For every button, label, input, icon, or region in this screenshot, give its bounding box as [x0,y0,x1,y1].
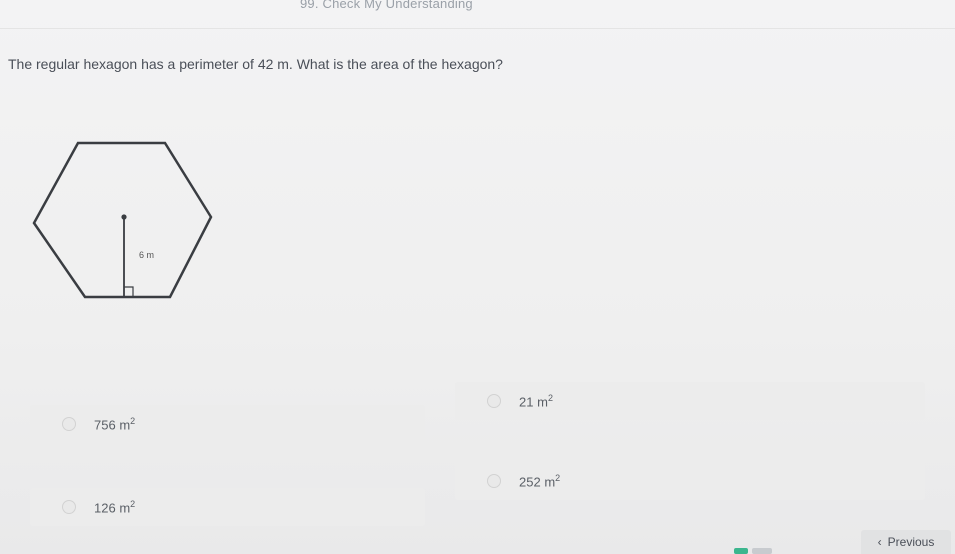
choice-a[interactable]: 756 m2 [30,405,425,443]
center-point [121,214,127,220]
radio-button[interactable] [62,417,76,431]
radio-button[interactable] [62,500,76,514]
hexagon-figure: 6 m [30,135,230,315]
choice-d[interactable]: 252 m2 [455,462,925,500]
choice-label: 756 m2 [94,415,136,433]
radio-button[interactable] [487,474,501,488]
question-text: The regular hexagon has a perimeter of 4… [8,56,503,72]
previous-label: Previous [887,535,935,549]
progress-indicator [752,548,772,554]
right-angle-mark [124,286,134,297]
choice-c[interactable]: 126 m2 [30,488,425,526]
choice-label: 21 m2 [519,392,553,410]
assignment-title: 99. Check My Understanding [300,0,473,11]
hexagon-shape [32,141,213,299]
choice-b[interactable]: 21 m2 [455,382,925,420]
previous-button[interactable]: ‹ Previous [861,530,951,554]
divider [0,28,955,29]
choice-label: 252 m2 [519,472,561,490]
progress-indicator [734,548,748,554]
choice-label: 126 m2 [94,498,136,516]
radio-button[interactable] [487,394,501,408]
chevron-left-icon: ‹ [877,535,882,549]
apothem-label: 6 m [139,250,154,260]
